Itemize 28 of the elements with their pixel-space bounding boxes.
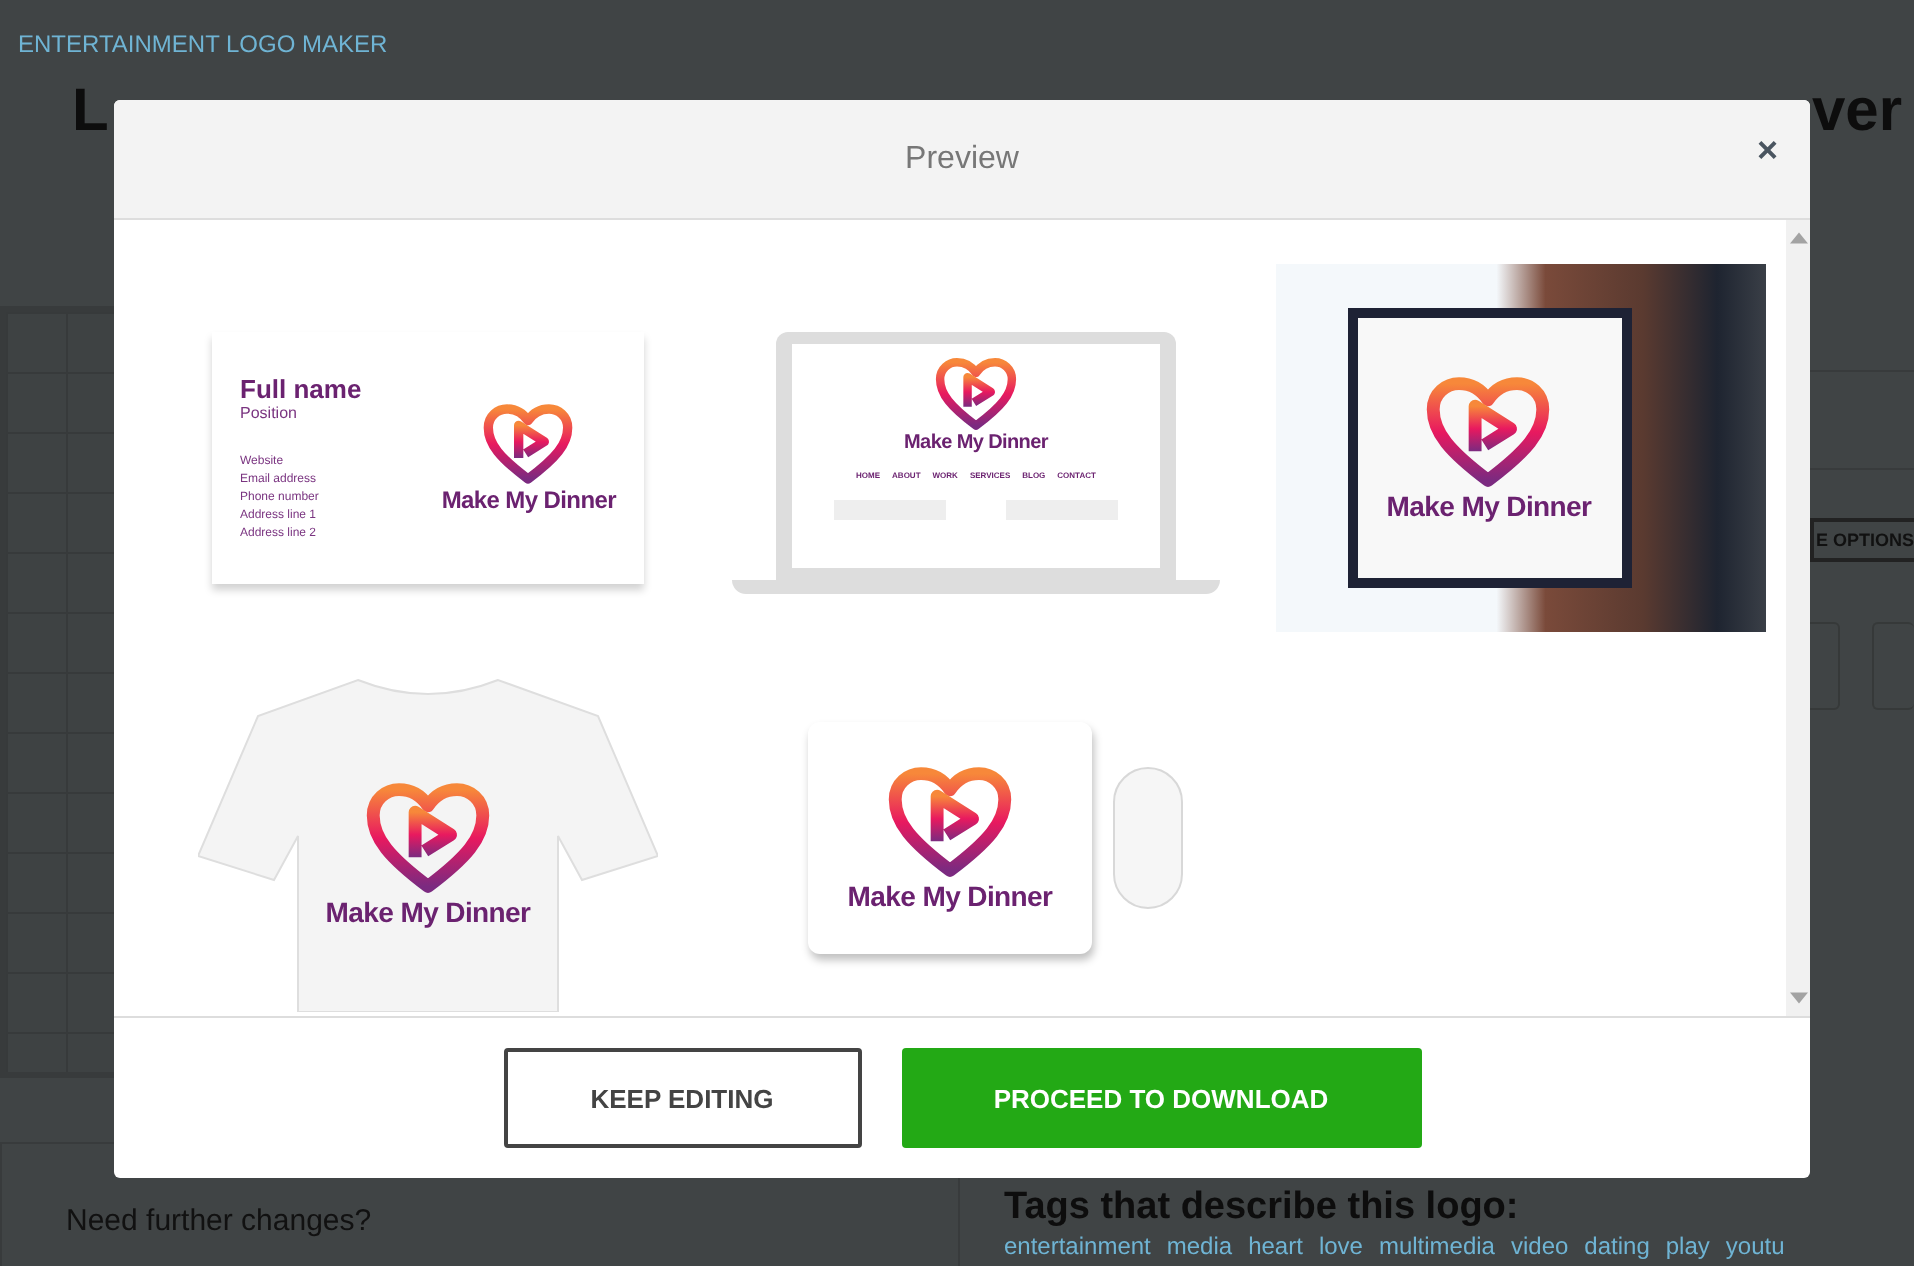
close-button[interactable]: × (1752, 132, 1782, 168)
tags-heading: Tags that describe this logo: (1004, 1186, 1521, 1230)
breadcrumb-link[interactable]: ENTERTAINMENT LOGO MAKER (18, 30, 388, 58)
brand-name: Make My Dinner (847, 880, 1053, 912)
card-name: Full name (240, 373, 362, 403)
tag-link[interactable]: heart (1248, 1232, 1303, 1260)
tag-link[interactable]: video (1510, 1232, 1569, 1260)
tag-link[interactable]: entertainment (1004, 1232, 1151, 1260)
keep-editing-button[interactable]: KEEP EDITING (503, 1048, 861, 1148)
scroll-up-icon[interactable] (1789, 232, 1807, 244)
tag-link[interactable]: media (1166, 1232, 1233, 1260)
brand-name: Make My Dinner (904, 431, 1048, 453)
page-heading: ver (1811, 78, 1902, 146)
tag-link[interactable]: love (1318, 1232, 1363, 1260)
tag-link[interactable]: play (1665, 1232, 1710, 1260)
page-heading: L (72, 78, 109, 146)
download-button[interactable]: PROCEED TO DOWNLOAD (901, 1048, 1421, 1148)
tag-link[interactable]: youtu (1725, 1232, 1785, 1260)
tag-link[interactable]: dating (1584, 1232, 1650, 1260)
card-position: Position (240, 403, 299, 421)
brand-name: Make My Dinner (441, 486, 616, 514)
brand-name: Make My Dinner (1386, 490, 1592, 522)
brand-name: Make My Dinner (325, 896, 531, 928)
scrollbar[interactable] (1786, 220, 1810, 1016)
scroll-down-icon[interactable] (1789, 992, 1807, 1004)
mouse-drawing (1112, 766, 1184, 910)
dialog-title: Preview (905, 141, 1019, 177)
tag-link[interactable]: multimedia (1378, 1232, 1495, 1260)
